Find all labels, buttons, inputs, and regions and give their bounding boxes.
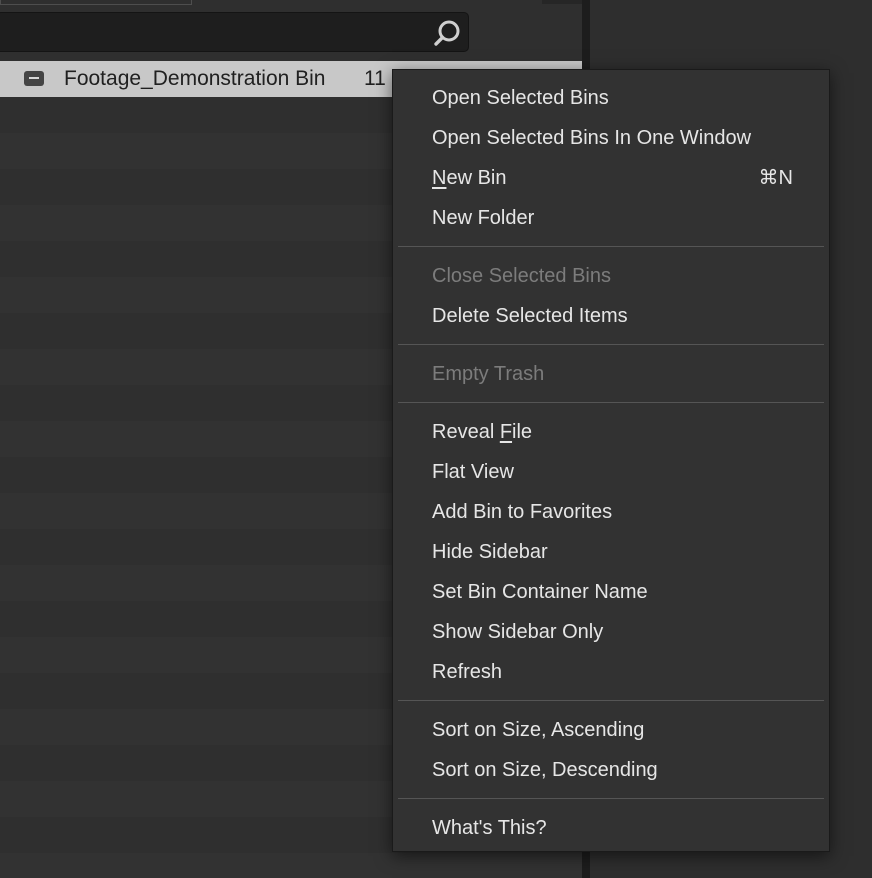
- search-icon[interactable]: [431, 16, 465, 50]
- menu-item-label: Sort on Size, Ascending: [432, 719, 644, 741]
- menu-item-label: New Bin: [432, 167, 506, 189]
- menu-separator: [398, 700, 824, 701]
- bin-name: Footage_Demonstration Bin: [64, 67, 326, 90]
- menu-item-label-text: New Folder: [432, 207, 535, 229]
- menu-item-label: Empty Trash: [432, 363, 544, 385]
- menu-item-open-selected-bins-in-one-window[interactable]: Open Selected Bins In One Window: [393, 118, 829, 158]
- menu-item-delete-selected-items[interactable]: Delete Selected Items: [393, 296, 829, 336]
- menu-separator: [398, 246, 824, 247]
- menu-item-label-text: Set Bin Container Name: [432, 581, 648, 603]
- menu-item-set-bin-container-name[interactable]: Set Bin Container Name: [393, 572, 829, 612]
- menu-item-label-text: Sort on Size, Descending: [432, 759, 658, 781]
- menu-item-hide-sidebar[interactable]: Hide Sidebar: [393, 532, 829, 572]
- menu-item-label-text: ew Bin: [446, 167, 507, 189]
- menu-item-label-text: Open Selected Bins In One Window: [432, 127, 752, 149]
- menu-item-label-text: Flat View: [432, 461, 514, 483]
- menu-item-label: Open Selected Bins: [432, 87, 609, 109]
- menu-item-label: Show Sidebar Only: [432, 621, 603, 643]
- menu-item-label: Add Bin to Favorites: [432, 501, 612, 523]
- menu-item-label-text: Open Selected Bins: [432, 87, 609, 109]
- menu-item-close-selected-bins[interactable]: Close Selected Bins: [393, 256, 829, 296]
- menu-item-label-text: Reveal: [432, 421, 500, 443]
- bin-search-input[interactable]: [0, 12, 469, 52]
- top-frame-right-edge: [542, 0, 582, 4]
- menu-separator: [398, 402, 824, 403]
- menu-item-mnemonic: N: [432, 167, 447, 189]
- menu-separator: [398, 344, 824, 345]
- menu-item-sort-on-size-ascending[interactable]: Sort on Size, Ascending: [393, 710, 829, 750]
- menu-item-mnemonic: F: [499, 421, 513, 443]
- menu-item-label: Delete Selected Items: [432, 305, 628, 327]
- menu-separator: [398, 798, 824, 799]
- menu-item-add-bin-to-favorites[interactable]: Add Bin to Favorites: [393, 492, 829, 532]
- menu-item-reveal-file[interactable]: Reveal File: [393, 412, 829, 452]
- menu-item-new-folder[interactable]: New Folder: [393, 198, 829, 238]
- menu-item-flat-view[interactable]: Flat View: [393, 452, 829, 492]
- menu-item-new-bin[interactable]: New Bin ⌘N: [393, 158, 829, 198]
- menu-item-label-text: Sort on Size, Ascending: [432, 719, 645, 741]
- menu-item-label: Reveal File: [432, 421, 532, 443]
- menu-item-label-text: ile: [512, 421, 533, 443]
- menu-item-label-text: What's This?: [432, 817, 547, 839]
- menu-item-refresh[interactable]: Refresh: [393, 652, 829, 692]
- menu-item-label-text: Empty Trash: [432, 363, 545, 385]
- menu-item-label-text: Delete Selected Items: [432, 305, 628, 327]
- menu-item-label: Flat View: [432, 461, 514, 483]
- menu-item-label-text: Close Selected Bins: [432, 265, 611, 287]
- menu-item-label: Refresh: [432, 661, 502, 683]
- bin-item-count: 11: [364, 67, 386, 90]
- menu-item-sort-on-size-descending[interactable]: Sort on Size, Descending: [393, 750, 829, 790]
- menu-item-label-text: Add Bin to Favorites: [432, 501, 613, 523]
- menu-item-label-text: Refresh: [432, 661, 503, 683]
- menu-item-label: Sort on Size, Descending: [432, 759, 658, 781]
- menu-item-label: Set Bin Container Name: [432, 581, 648, 603]
- menu-item-label-text: Show Sidebar Only: [432, 621, 604, 643]
- menu-item-label: Close Selected Bins: [432, 265, 611, 287]
- menu-item-label-text: Hide Sidebar: [432, 541, 548, 563]
- menu-item-open-selected-bins[interactable]: Open Selected Bins: [393, 78, 829, 118]
- context-menu: Open Selected Bins Open Selected Bins In …: [392, 69, 830, 852]
- top-frame-edge: [0, 0, 192, 5]
- menu-item-empty-trash[interactable]: Empty Trash: [393, 354, 829, 394]
- menu-item-label: Hide Sidebar: [432, 541, 548, 563]
- menu-item-show-sidebar-only[interactable]: Show Sidebar Only: [393, 612, 829, 652]
- app-window: Footage_Demonstration Bin 11 Open Select…: [0, 0, 872, 878]
- menu-item-label: What's This?: [432, 817, 547, 839]
- menu-item-label: Open Selected Bins In One Window: [432, 127, 751, 149]
- menu-item-what-s-this[interactable]: What's This?: [393, 808, 829, 848]
- collapse-icon[interactable]: [24, 71, 44, 86]
- menu-item-shortcut: ⌘N: [758, 167, 793, 189]
- menu-item-label: New Folder: [432, 207, 534, 229]
